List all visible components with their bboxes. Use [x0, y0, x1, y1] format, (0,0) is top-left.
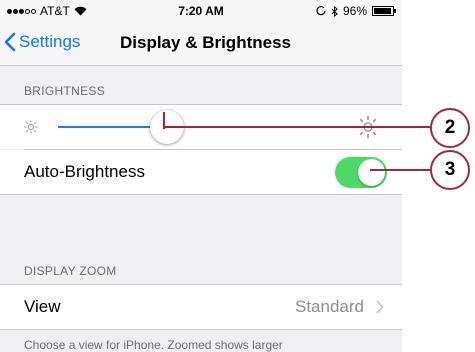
callout-lines [163, 112, 430, 171]
callout-3-badge: 3 [430, 150, 470, 190]
callout-2-badge: 2 [430, 108, 470, 148]
